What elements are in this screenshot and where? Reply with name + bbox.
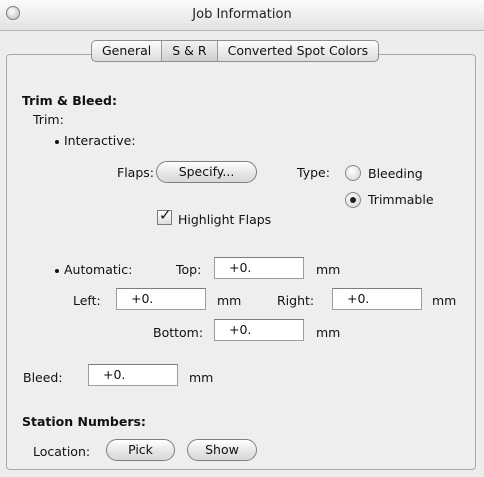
top-label: Top: — [176, 262, 202, 277]
show-button[interactable]: Show — [187, 439, 257, 461]
bleed-input[interactable]: +0. — [88, 364, 178, 386]
left-unit: mm — [217, 293, 242, 308]
station-numbers-heading: Station Numbers: — [22, 414, 146, 429]
flaps-label: Flaps: — [117, 165, 154, 180]
tab-bar: General S & R Converted Spot Colors — [91, 40, 380, 62]
pick-button[interactable]: Pick — [106, 439, 175, 461]
right-input[interactable]: +0. — [332, 288, 422, 310]
automatic-label: Automatic: — [64, 262, 133, 277]
right-unit: mm — [432, 293, 457, 308]
interactive-label: Interactive: — [64, 133, 136, 148]
trim-bleed-heading: Trim & Bleed: — [22, 93, 117, 108]
right-label: Right: — [277, 293, 315, 308]
bleed-label: Bleed: — [23, 370, 63, 385]
tab-converted-spot-colors[interactable]: Converted Spot Colors — [218, 41, 379, 61]
radio-bleeding-label: Bleeding — [368, 166, 423, 181]
left-input[interactable]: +0. — [116, 288, 206, 310]
bleed-unit: mm — [189, 370, 214, 385]
left-label: Left: — [73, 293, 101, 308]
title-bar: Job Information — [0, 0, 484, 31]
trim-label: Trim: — [33, 112, 64, 127]
specify-button[interactable]: Specify... — [156, 161, 257, 183]
tab-s-and-r[interactable]: S & R — [162, 41, 218, 61]
checkmark-icon: ✓ — [159, 206, 172, 224]
radio-bleeding[interactable] — [345, 165, 361, 181]
window-title: Job Information — [192, 7, 292, 22]
highlight-flaps-label: Highlight Flaps — [178, 212, 272, 227]
bullet-icon — [55, 140, 59, 144]
bottom-input[interactable]: +0. — [214, 319, 304, 341]
highlight-flaps-checkbox[interactable]: ✓ — [157, 206, 172, 225]
tab-general[interactable]: General — [92, 41, 163, 61]
location-label: Location: — [33, 444, 91, 459]
top-unit: mm — [316, 262, 341, 277]
top-input[interactable]: +0. — [214, 257, 304, 279]
bullet-icon — [55, 269, 59, 273]
radio-trimmable[interactable] — [345, 192, 361, 208]
radio-trimmable-label: Trimmable — [368, 192, 434, 207]
bottom-unit: mm — [316, 325, 341, 340]
bottom-label: Bottom: — [153, 325, 204, 340]
type-label: Type: — [297, 165, 330, 180]
